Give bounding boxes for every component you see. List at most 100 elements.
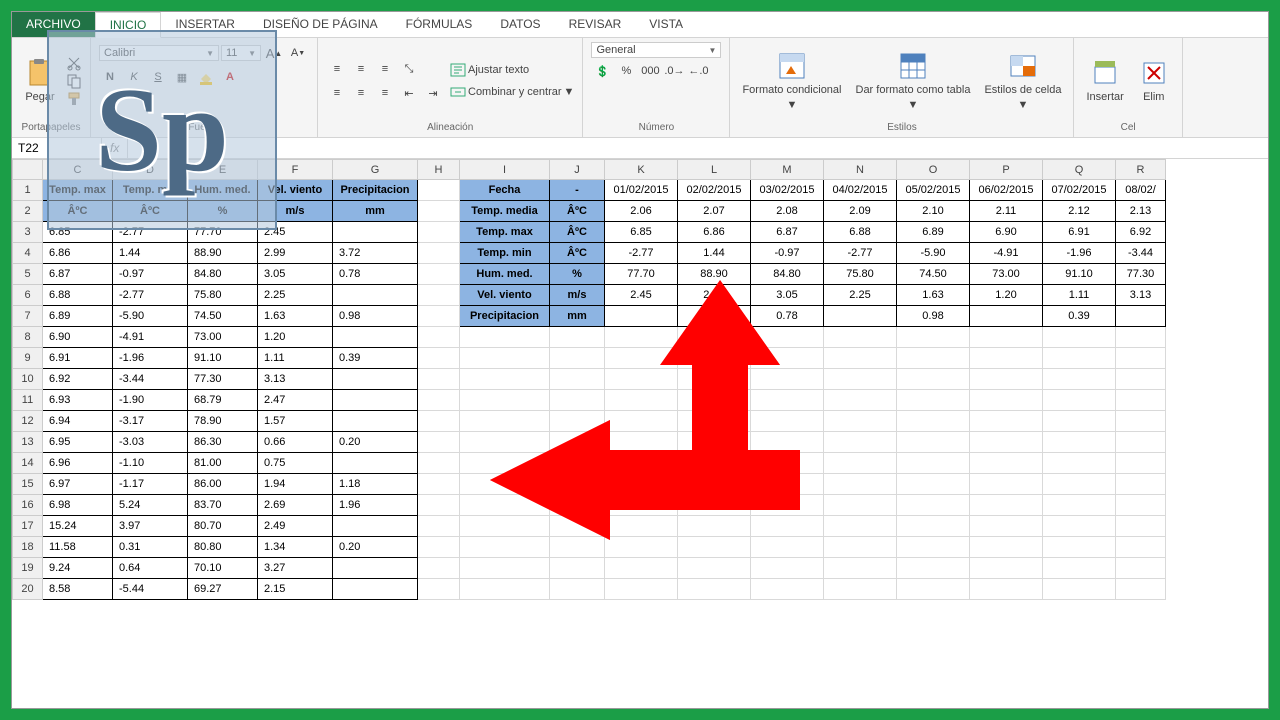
cell[interactable]: 2.09 [824, 201, 897, 222]
col-header[interactable]: M [751, 160, 824, 180]
cell[interactable] [897, 474, 970, 495]
cell[interactable]: 3.27 [258, 558, 333, 579]
cell[interactable] [418, 495, 460, 516]
row-header[interactable]: 16 [13, 495, 43, 516]
cell[interactable]: 3.72 [678, 306, 751, 327]
cell[interactable] [460, 327, 550, 348]
cell[interactable] [678, 348, 751, 369]
cell[interactable] [550, 453, 605, 474]
cell[interactable] [550, 558, 605, 579]
cell[interactable] [460, 579, 550, 600]
cell[interactable] [1116, 369, 1166, 390]
cell[interactable]: 0.98 [333, 306, 418, 327]
cell[interactable] [1116, 390, 1166, 411]
cell[interactable] [824, 558, 897, 579]
cut-icon[interactable] [66, 55, 82, 71]
cell[interactable] [1043, 432, 1116, 453]
cell[interactable] [970, 558, 1043, 579]
cell[interactable]: 0.98 [897, 306, 970, 327]
align-left-icon[interactable]: ≡ [326, 82, 348, 104]
cell[interactable]: -3.17 [113, 411, 188, 432]
cell[interactable]: Temp. min [460, 243, 550, 264]
cell[interactable] [605, 390, 678, 411]
col-header[interactable]: K [605, 160, 678, 180]
cell[interactable] [970, 579, 1043, 600]
cell[interactable] [678, 579, 751, 600]
cell[interactable]: 1.44 [113, 243, 188, 264]
cell[interactable] [970, 348, 1043, 369]
cell[interactable] [1116, 432, 1166, 453]
cell[interactable] [897, 411, 970, 432]
cell[interactable]: 02/02/2015 [678, 180, 751, 201]
cell[interactable] [897, 390, 970, 411]
cell[interactable] [824, 306, 897, 327]
cell[interactable]: 1.18 [333, 474, 418, 495]
tab-diseno[interactable]: DISEÑO DE PÁGINA [249, 12, 392, 37]
cell[interactable]: Hum. med. [188, 180, 258, 201]
cell[interactable] [605, 537, 678, 558]
cell[interactable] [1116, 495, 1166, 516]
cell[interactable]: 77.30 [1116, 264, 1166, 285]
cell[interactable]: -5.90 [897, 243, 970, 264]
cell[interactable] [1043, 327, 1116, 348]
cell[interactable] [605, 579, 678, 600]
align-center-icon[interactable]: ≡ [350, 82, 372, 104]
cell[interactable]: 0.64 [113, 558, 188, 579]
cell[interactable] [1116, 453, 1166, 474]
align-right-icon[interactable]: ≡ [374, 82, 396, 104]
cell[interactable]: % [550, 264, 605, 285]
cell[interactable]: 6.86 [678, 222, 751, 243]
row-header[interactable]: 3 [13, 222, 43, 243]
cell[interactable]: -2.77 [605, 243, 678, 264]
cell[interactable]: 01/02/2015 [605, 180, 678, 201]
cell[interactable]: 75.80 [824, 264, 897, 285]
cell[interactable] [418, 474, 460, 495]
cell[interactable]: 6.90 [970, 222, 1043, 243]
cell[interactable]: % [188, 201, 258, 222]
cell[interactable] [418, 222, 460, 243]
cell[interactable]: 0.78 [751, 306, 824, 327]
cell[interactable] [1043, 558, 1116, 579]
cell[interactable] [418, 453, 460, 474]
fx-label[interactable]: fx [102, 138, 128, 158]
cell[interactable] [460, 390, 550, 411]
cell[interactable]: -5.44 [113, 579, 188, 600]
cell[interactable]: 1.44 [678, 243, 751, 264]
cell[interactable] [1043, 369, 1116, 390]
number-format-combo[interactable]: General▼ [591, 42, 721, 58]
cell[interactable]: Hum. med. [460, 264, 550, 285]
col-header[interactable]: R [1116, 160, 1166, 180]
cell[interactable]: Temp. max [460, 222, 550, 243]
formula-input[interactable] [128, 138, 1268, 158]
cell[interactable] [824, 390, 897, 411]
cell[interactable] [824, 516, 897, 537]
cell[interactable] [418, 348, 460, 369]
cell[interactable]: 3.13 [258, 369, 333, 390]
cell[interactable]: Temp. min [113, 180, 188, 201]
cell[interactable]: 75.80 [188, 285, 258, 306]
cell[interactable]: -3.03 [113, 432, 188, 453]
cell[interactable] [418, 390, 460, 411]
fill-color-button[interactable] [195, 66, 217, 88]
cell[interactable]: Precipitacion [333, 180, 418, 201]
cell[interactable] [460, 495, 550, 516]
cell[interactable] [550, 390, 605, 411]
cell[interactable]: 05/02/2015 [897, 180, 970, 201]
shrink-font-icon[interactable]: A▼ [287, 42, 309, 64]
col-header[interactable]: N [824, 160, 897, 180]
cell[interactable]: 3.05 [751, 285, 824, 306]
cell[interactable]: 0.39 [1043, 306, 1116, 327]
indent-inc-icon[interactable]: ⇥ [422, 82, 444, 104]
cell[interactable] [824, 453, 897, 474]
cell[interactable]: m/s [550, 285, 605, 306]
cell[interactable]: 2.12 [1043, 201, 1116, 222]
cell[interactable]: 1.11 [1043, 285, 1116, 306]
row-header[interactable]: 11 [13, 390, 43, 411]
cell[interactable]: 1.63 [258, 306, 333, 327]
cell[interactable]: 69.27 [188, 579, 258, 600]
cell[interactable] [751, 516, 824, 537]
row-header[interactable]: 10 [13, 369, 43, 390]
row-header[interactable]: 5 [13, 264, 43, 285]
cell[interactable]: Vel. viento [460, 285, 550, 306]
cell[interactable] [550, 348, 605, 369]
